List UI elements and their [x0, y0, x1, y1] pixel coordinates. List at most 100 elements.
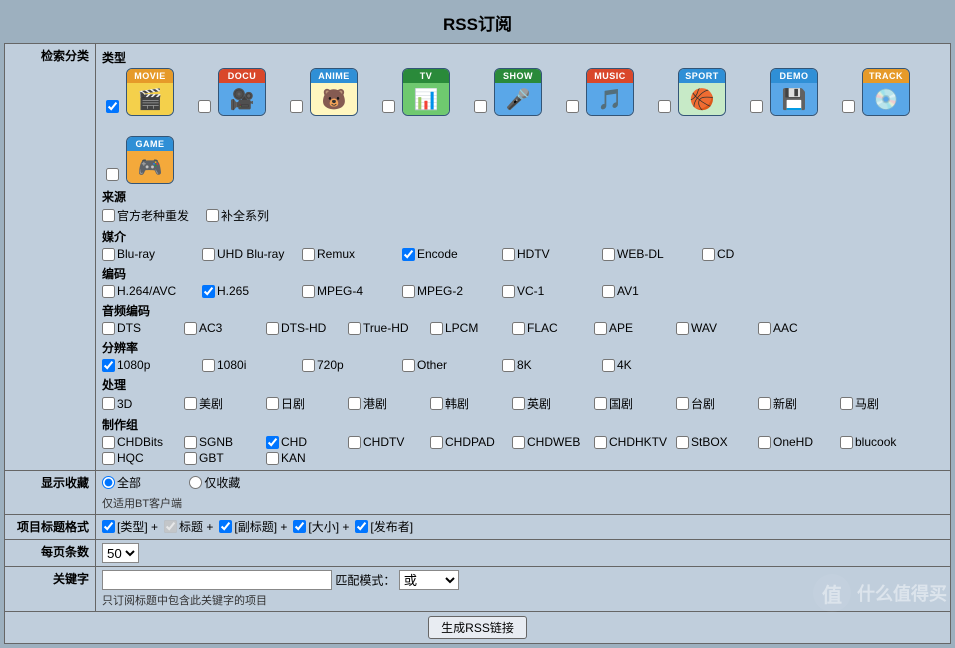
filter-checkbox[interactable]	[102, 209, 115, 222]
radio-fav-all[interactable]	[102, 476, 115, 489]
filter-checkbox[interactable]	[348, 397, 361, 410]
filter-item[interactable]: 马剧	[840, 395, 918, 412]
filter-item[interactable]: GBT	[184, 451, 262, 465]
filter-checkbox[interactable]	[430, 322, 443, 335]
filter-item[interactable]: 国剧	[594, 395, 672, 412]
filter-item[interactable]: DTS-HD	[266, 321, 344, 335]
filter-checkbox[interactable]	[602, 359, 615, 372]
category-checkbox[interactable]	[198, 100, 211, 113]
category-checkbox[interactable]	[566, 100, 579, 113]
filter-checkbox[interactable]	[102, 436, 115, 449]
filter-checkbox[interactable]	[512, 397, 525, 410]
category-icon[interactable]: MOVIE🎬	[126, 68, 174, 116]
category-icon[interactable]: DOCU🎥	[218, 68, 266, 116]
category-movie[interactable]: MOVIE🎬	[102, 68, 174, 116]
filter-checkbox[interactable]	[102, 359, 115, 372]
filter-checkbox[interactable]	[206, 209, 219, 222]
filter-item[interactable]: H.264/AVC	[102, 284, 198, 298]
filter-checkbox[interactable]	[676, 397, 689, 410]
filter-checkbox[interactable]	[758, 436, 771, 449]
filter-checkbox[interactable]	[184, 452, 197, 465]
filter-item[interactable]: True-HD	[348, 321, 426, 335]
category-demo[interactable]: DEMO💾	[746, 68, 818, 116]
category-icon[interactable]: SPORT🏀	[678, 68, 726, 116]
category-checkbox[interactable]	[658, 100, 671, 113]
filter-item[interactable]: LPCM	[430, 321, 508, 335]
filter-checkbox[interactable]	[302, 248, 315, 261]
category-game[interactable]: GAME🎮	[102, 136, 174, 184]
category-icon[interactable]: ANIME🐻	[310, 68, 358, 116]
filter-item[interactable]: KAN	[266, 451, 344, 465]
filter-item[interactable]: CHDHKTV	[594, 435, 672, 449]
category-icon[interactable]: DEMO💾	[770, 68, 818, 116]
filter-checkbox[interactable]	[430, 397, 443, 410]
filter-item[interactable]: WEB-DL	[602, 247, 698, 261]
filter-checkbox[interactable]	[502, 285, 515, 298]
radio-fav-only-wrap[interactable]: 仅收藏	[189, 474, 269, 491]
filter-item[interactable]: DTS	[102, 321, 180, 335]
filter-checkbox[interactable]	[202, 285, 215, 298]
category-checkbox[interactable]	[842, 100, 855, 113]
filter-item[interactable]: 720p	[302, 358, 398, 372]
category-tv[interactable]: TV📊	[378, 68, 450, 116]
filter-item[interactable]: AC3	[184, 321, 262, 335]
filter-item[interactable]: UHD Blu-ray	[202, 247, 298, 261]
category-track[interactable]: TRACK💿	[838, 68, 910, 116]
filter-checkbox[interactable]	[266, 452, 279, 465]
filter-checkbox[interactable]	[302, 285, 315, 298]
filter-item[interactable]: CHDPAD	[430, 435, 508, 449]
filter-checkbox[interactable]	[676, 436, 689, 449]
filter-checkbox[interactable]	[302, 359, 315, 372]
title-format-item[interactable]: [类型] +	[102, 518, 158, 535]
filter-item[interactable]: WAV	[676, 321, 754, 335]
title-format-checkbox[interactable]	[355, 520, 368, 533]
filter-checkbox[interactable]	[266, 436, 279, 449]
category-sport[interactable]: SPORT🏀	[654, 68, 726, 116]
filter-checkbox[interactable]	[102, 322, 115, 335]
category-checkbox[interactable]	[290, 100, 303, 113]
filter-item[interactable]: CHDWEB	[512, 435, 590, 449]
title-format-checkbox[interactable]	[102, 520, 115, 533]
filter-checkbox[interactable]	[676, 322, 689, 335]
filter-checkbox[interactable]	[348, 436, 361, 449]
filter-checkbox[interactable]	[184, 397, 197, 410]
category-checkbox[interactable]	[106, 100, 119, 113]
filter-item[interactable]: AAC	[758, 321, 836, 335]
filter-item[interactable]: HDTV	[502, 247, 598, 261]
filter-item[interactable]: CHDBits	[102, 435, 180, 449]
filter-item[interactable]: AV1	[602, 284, 698, 298]
filter-checkbox[interactable]	[840, 436, 853, 449]
filter-item[interactable]: blucook	[840, 435, 918, 449]
filter-checkbox[interactable]	[512, 322, 525, 335]
category-anime[interactable]: ANIME🐻	[286, 68, 358, 116]
category-checkbox[interactable]	[474, 100, 487, 113]
filter-item[interactable]: 4K	[602, 358, 698, 372]
category-music[interactable]: MUSIC🎵	[562, 68, 634, 116]
filter-item[interactable]: CD	[702, 247, 798, 261]
filter-item[interactable]: 3D	[102, 395, 180, 412]
filter-item[interactable]: 美剧	[184, 395, 262, 412]
filter-item[interactable]: FLAC	[512, 321, 590, 335]
filter-checkbox[interactable]	[602, 248, 615, 261]
filter-checkbox[interactable]	[102, 452, 115, 465]
title-format-item[interactable]: [副标题] +	[219, 518, 287, 535]
filter-item[interactable]: SGNB	[184, 435, 262, 449]
filter-checkbox[interactable]	[602, 285, 615, 298]
title-format-item[interactable]: [发布者]	[355, 518, 413, 535]
filter-item[interactable]: 台剧	[676, 395, 754, 412]
filter-checkbox[interactable]	[102, 285, 115, 298]
filter-item[interactable]: H.265	[202, 284, 298, 298]
category-icon[interactable]: TRACK💿	[862, 68, 910, 116]
filter-checkbox[interactable]	[840, 397, 853, 410]
filter-checkbox[interactable]	[266, 397, 279, 410]
filter-item[interactable]: Blu-ray	[102, 247, 198, 261]
filter-checkbox[interactable]	[402, 285, 415, 298]
category-icon[interactable]: GAME🎮	[126, 136, 174, 184]
keyword-input[interactable]	[102, 570, 332, 590]
match-mode-select[interactable]: 或	[399, 570, 459, 590]
category-docu[interactable]: DOCU🎥	[194, 68, 266, 116]
title-format-checkbox[interactable]	[293, 520, 306, 533]
filter-item[interactable]: 补全系列	[206, 207, 306, 224]
category-icon[interactable]: SHOW🎤	[494, 68, 542, 116]
filter-checkbox[interactable]	[758, 322, 771, 335]
